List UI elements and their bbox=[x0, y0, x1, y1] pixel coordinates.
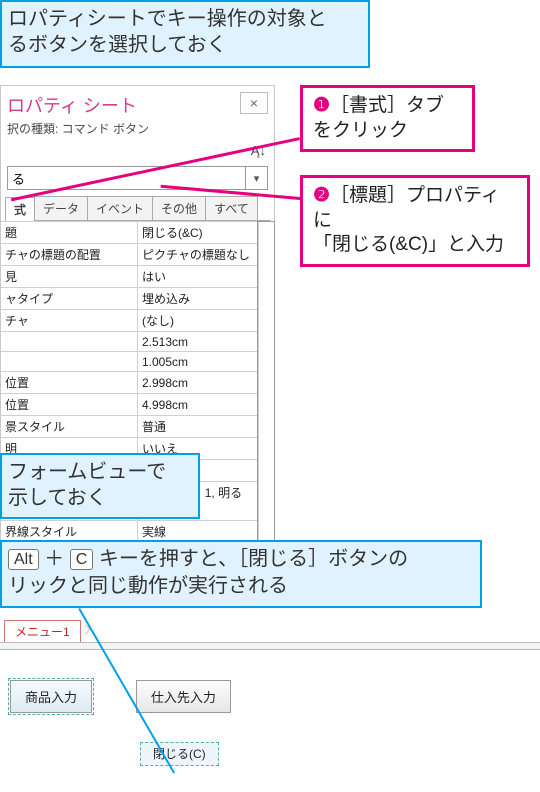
key-c: C bbox=[70, 549, 94, 570]
callout-shortcut: Alt ＋ C キーを押すと、［閉じる］ボタンの リックと同じ動作が実行される bbox=[0, 540, 482, 608]
button-close[interactable]: 閉じる(C) bbox=[140, 742, 219, 766]
tab-format[interactable]: 式 bbox=[5, 197, 35, 221]
caption-input[interactable]: 閉じる(&C) bbox=[138, 222, 259, 244]
callout-form-view: フォームビューで 示しておく bbox=[0, 453, 200, 519]
callout-step-2: ❷［標題］プロパティに 「閉じる(&C)」と入力 bbox=[300, 175, 530, 267]
prop-row-caption: 題 閉じる(&C) bbox=[1, 222, 274, 244]
callout-prepare: ロパティシートでキー操作の対象と るボタンを選択しておく bbox=[0, 0, 370, 68]
close-button[interactable]: × bbox=[240, 92, 268, 114]
chevron-down-icon[interactable]: ▾ bbox=[245, 167, 267, 189]
tab-all[interactable]: すべて bbox=[205, 196, 258, 220]
object-selector[interactable]: る ▾ bbox=[7, 166, 268, 190]
form-tab[interactable]: メニュー1 bbox=[4, 620, 81, 642]
form-view: メニュー1 商品入力 仕入先入力 閉じる(C) bbox=[0, 620, 540, 792]
property-tabs: 式 データ イベント その他 すべて bbox=[5, 196, 270, 221]
tab-other[interactable]: その他 bbox=[152, 196, 206, 220]
key-alt: Alt bbox=[8, 549, 39, 570]
button-suppliers[interactable]: 仕入先入力 bbox=[136, 680, 231, 713]
selection-type-label: 択の種類: コマンド ボタン bbox=[1, 120, 274, 141]
scrollbar[interactable] bbox=[258, 222, 274, 543]
button-products[interactable]: 商品入力 bbox=[10, 680, 92, 713]
tab-data[interactable]: データ bbox=[34, 196, 88, 220]
callout-step-1: ❶［書式］タブ をクリック bbox=[300, 85, 475, 152]
tab-event[interactable]: イベント bbox=[87, 196, 153, 220]
property-sheet-title: ロパティ シート bbox=[7, 92, 137, 118]
